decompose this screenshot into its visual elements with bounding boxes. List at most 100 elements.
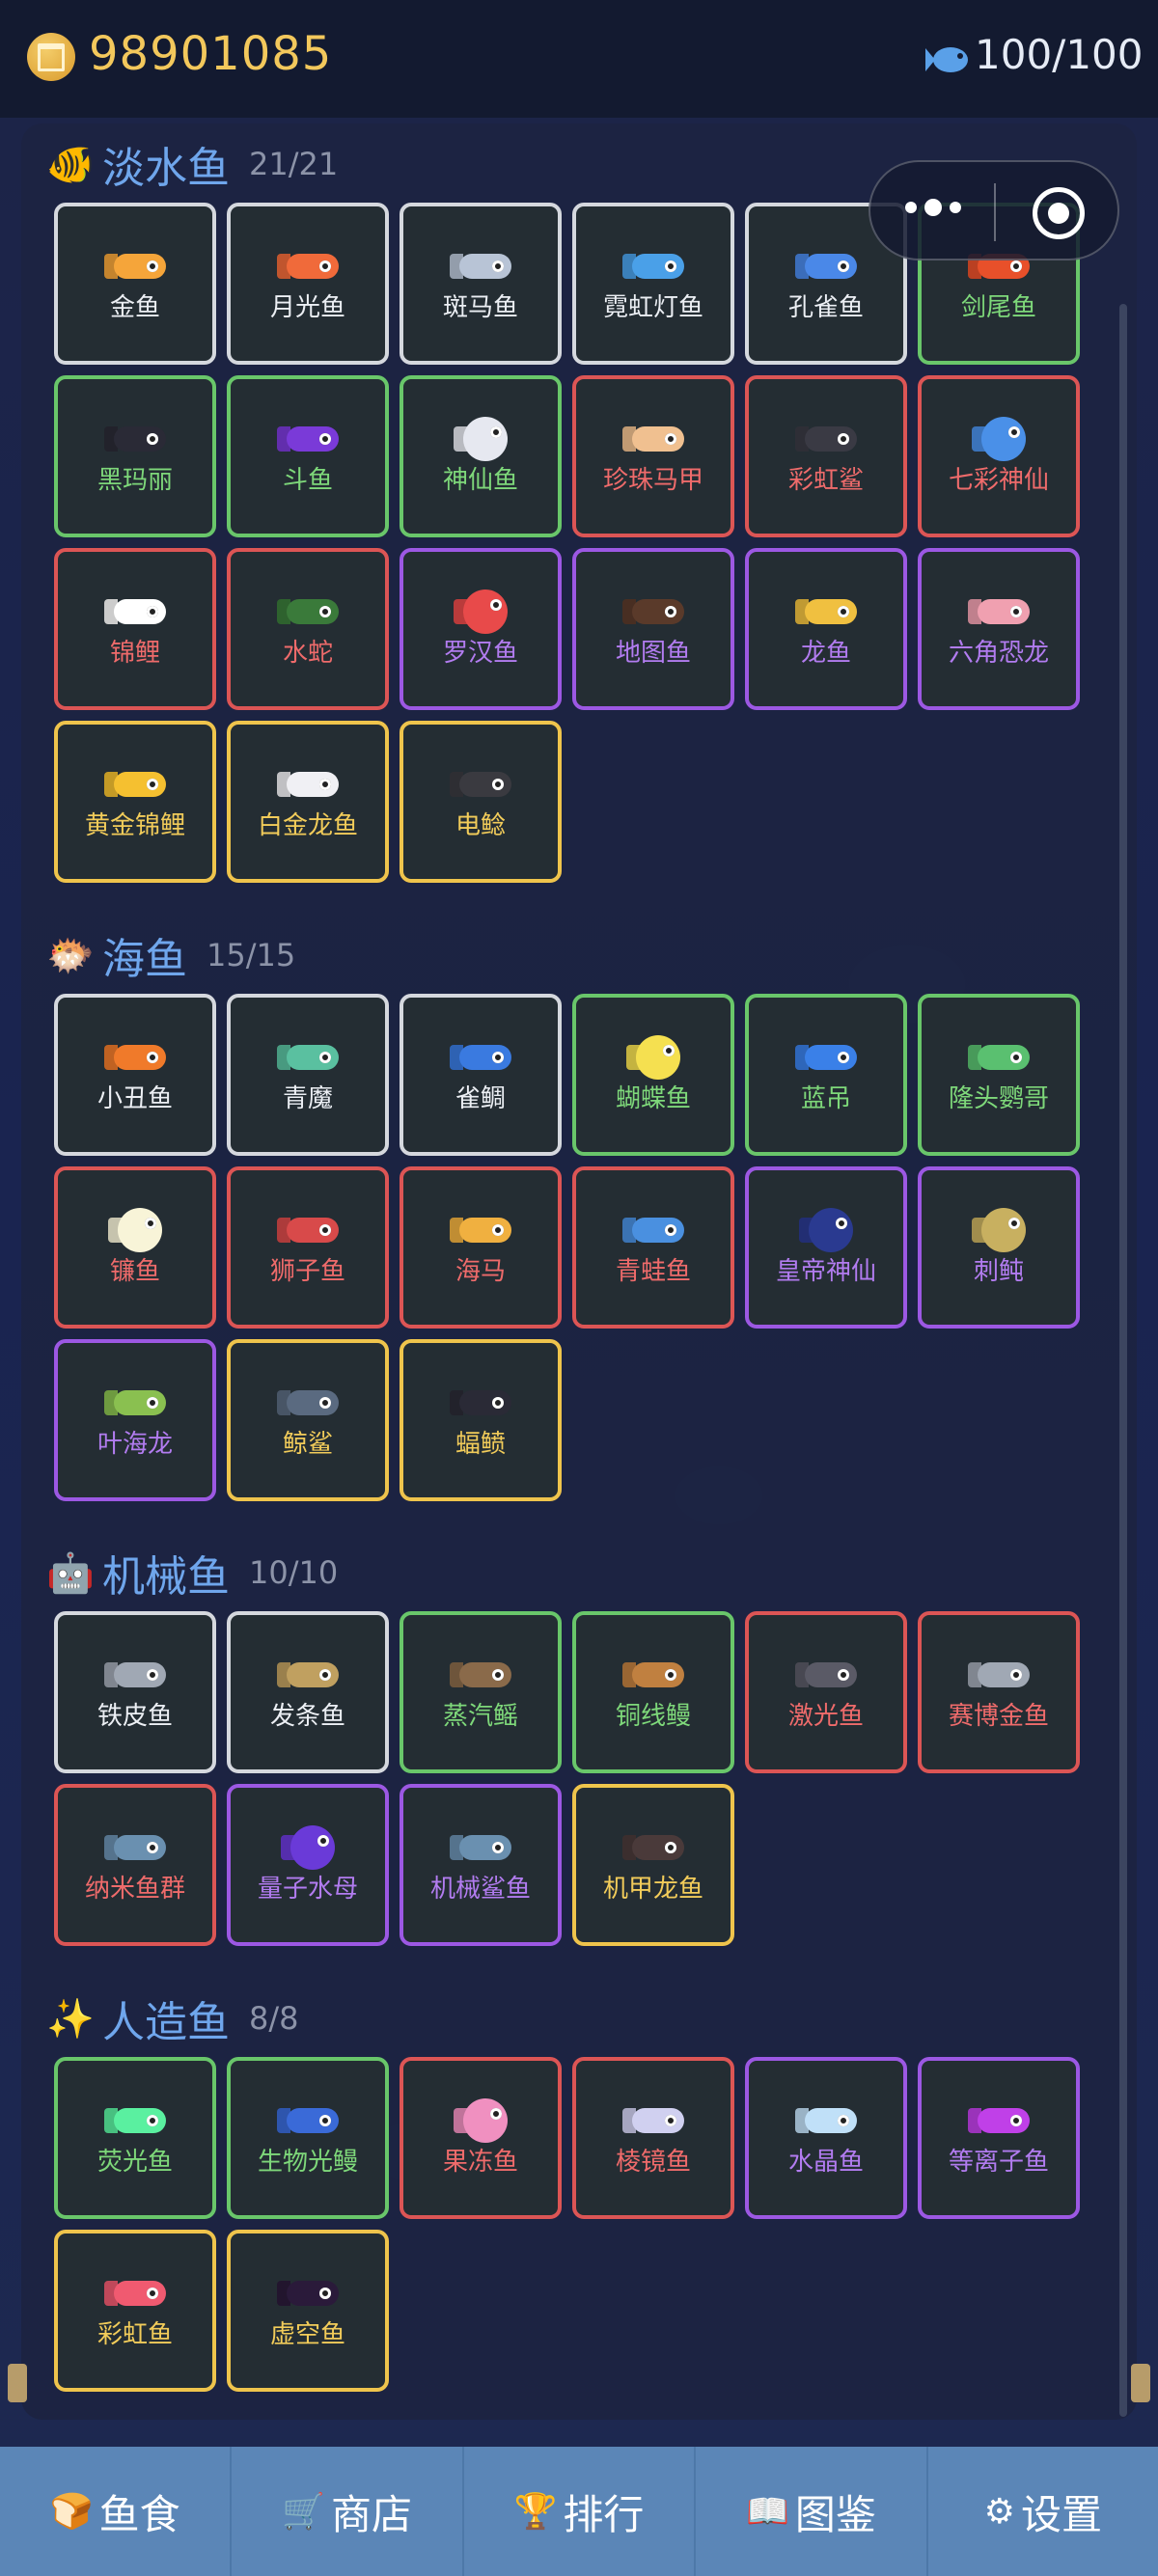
fish-card[interactable]: 黑玛丽 — [54, 375, 216, 537]
fish-card[interactable]: 纳米鱼群 — [54, 1784, 216, 1946]
section-icon: ✨ — [46, 1996, 95, 2042]
fish-card[interactable]: 激光鱼 — [745, 1611, 907, 1773]
section-header: 🐡 海鱼 15/15 — [46, 924, 295, 986]
fish-name: 神仙鱼 — [442, 466, 518, 495]
section-title: 海鱼 — [102, 935, 187, 984]
fish-card[interactable]: 月光鱼 — [227, 203, 389, 365]
fish-card[interactable]: 等离子鱼 — [918, 2057, 1080, 2219]
fish-icon — [104, 2099, 166, 2142]
fish-card[interactable]: 蝠鲼 — [400, 1339, 562, 1501]
section-icon: 🐡 — [46, 933, 95, 978]
fish-card[interactable]: 鲸鲨 — [227, 1339, 389, 1501]
fish-card[interactable]: 斑马鱼 — [400, 203, 562, 365]
nav-item-cart[interactable]: 🛒 商店 — [232, 2447, 464, 2576]
nav-item-gear[interactable]: ⚙ 设置 — [928, 2447, 1158, 2576]
fish-card[interactable]: 蒸汽鳐 — [400, 1611, 562, 1773]
section-header: ✨ 人造鱼 8/8 — [46, 1987, 299, 2049]
fish-card[interactable]: 镰鱼 — [54, 1166, 216, 1329]
fish-card[interactable]: 彩虹鱼 — [54, 2230, 216, 2392]
fish-grid: 铁皮鱼 发条鱼 蒸汽鳐 铜线鳗 激光鱼 赛博金鱼纳米鱼群 量子水母 机械鲨鱼 机甲龙鱼 — [54, 1611, 1080, 1946]
fish-capacity: 100/100 — [975, 31, 1144, 78]
fish-card[interactable]: 蓝吊 — [745, 994, 907, 1156]
fish-card[interactable]: 棱镜鱼 — [572, 2057, 734, 2219]
fish-name: 等离子鱼 — [948, 2148, 1049, 2177]
fish-card[interactable]: 铁皮鱼 — [54, 1611, 216, 1773]
scrollbar[interactable] — [1119, 304, 1127, 2417]
fish-icon — [277, 1209, 339, 1251]
fish-icon — [104, 1826, 166, 1869]
nav-label: 图鉴 — [794, 2490, 876, 2538]
section-title: 淡水鱼 — [102, 144, 230, 193]
fish-card[interactable]: 神仙鱼 — [400, 375, 562, 537]
fish-name: 水蛇 — [282, 639, 333, 668]
fish-card[interactable]: 虚空鱼 — [227, 2230, 389, 2392]
fish-card[interactable]: 荧光鱼 — [54, 2057, 216, 2219]
fish-icon — [622, 1826, 684, 1869]
fish-name: 斗鱼 — [282, 466, 333, 495]
fish-card[interactable]: 刺鲀 — [918, 1166, 1080, 1329]
fish-name: 小丑鱼 — [96, 1084, 173, 1113]
fish-name: 月光鱼 — [269, 293, 345, 322]
fish-card[interactable]: 水晶鱼 — [745, 2057, 907, 2219]
fish-card[interactable]: 海马 — [400, 1166, 562, 1329]
fish-card[interactable]: 珍珠马甲 — [572, 375, 734, 537]
fish-name: 激光鱼 — [787, 1702, 864, 1731]
fish-card[interactable]: 斗鱼 — [227, 375, 389, 537]
nav-item-trophy[interactable]: 🏆 排行 — [464, 2447, 697, 2576]
nav-item-bread[interactable]: 🍞 鱼食 — [0, 2447, 233, 2576]
fish-icon — [104, 245, 166, 288]
fish-card[interactable]: 金鱼 — [54, 203, 216, 365]
fish-card[interactable]: 雀鲷 — [400, 994, 562, 1156]
fish-card[interactable]: 叶海龙 — [54, 1339, 216, 1501]
fish-card[interactable]: 蝴蝶鱼 — [572, 994, 734, 1156]
fish-card[interactable]: 铜线鳗 — [572, 1611, 734, 1773]
fish-name: 发条鱼 — [269, 1702, 345, 1731]
close-target-icon[interactable] — [1033, 187, 1085, 239]
fish-card[interactable]: 生物光鳗 — [227, 2057, 389, 2219]
fish-name: 白金龙鱼 — [257, 811, 358, 840]
fish-card[interactable]: 锦鲤 — [54, 548, 216, 710]
fish-name: 镰鱼 — [109, 1257, 160, 1286]
fish-name: 机甲龙鱼 — [602, 1875, 703, 1904]
fish-icon — [277, 1036, 339, 1079]
fish-card[interactable]: 彩虹鲨 — [745, 375, 907, 537]
fish-card[interactable]: 罗汉鱼 — [400, 548, 562, 710]
fish-card[interactable]: 隆头鹦哥 — [918, 994, 1080, 1156]
fish-card[interactable]: 黄金锦鲤 — [54, 721, 216, 883]
fish-icon — [795, 418, 857, 460]
more-menu-icon[interactable] — [905, 199, 961, 216]
fish-card[interactable]: 龙鱼 — [745, 548, 907, 710]
fish-icon — [622, 590, 684, 633]
fish-card[interactable]: 果冻鱼 — [400, 2057, 562, 2219]
fish-card[interactable]: 电鲶 — [400, 721, 562, 883]
fish-card[interactable]: 青魔 — [227, 994, 389, 1156]
fish-icon — [450, 245, 511, 288]
fish-name: 地图鱼 — [615, 639, 691, 668]
fish-card[interactable]: 机甲龙鱼 — [572, 1784, 734, 1946]
fish-card[interactable]: 皇帝神仙 — [745, 1166, 907, 1329]
fish-card[interactable]: 地图鱼 — [572, 548, 734, 710]
fish-name: 珍珠马甲 — [602, 466, 703, 495]
fish-card[interactable]: 量子水母 — [227, 1784, 389, 1946]
fish-card[interactable]: 六角恐龙 — [918, 548, 1080, 710]
fish-card[interactable]: 机械鲨鱼 — [400, 1784, 562, 1946]
fish-icon — [281, 1825, 335, 1870]
fish-card[interactable]: 白金龙鱼 — [227, 721, 389, 883]
fish-card[interactable]: 水蛇 — [227, 548, 389, 710]
fish-card[interactable]: 赛博金鱼 — [918, 1611, 1080, 1773]
fish-card[interactable]: 青蛙鱼 — [572, 1166, 734, 1329]
top-bar: 98901085 100/100 — [0, 0, 1158, 118]
fish-icon — [972, 417, 1026, 461]
fish-card[interactable]: 小丑鱼 — [54, 994, 216, 1156]
fish-name: 金鱼 — [109, 293, 160, 322]
fish-card[interactable]: 七彩神仙 — [918, 375, 1080, 537]
fish-name: 青魔 — [282, 1084, 333, 1113]
fish-icon — [450, 1036, 511, 1079]
fish-icon — [104, 1382, 166, 1424]
fish-card[interactable]: 狮子鱼 — [227, 1166, 389, 1329]
nav-item-book[interactable]: 📖 图鉴 — [696, 2447, 928, 2576]
fish-name: 鲸鲨 — [282, 1430, 333, 1459]
fish-card[interactable]: 霓虹灯鱼 — [572, 203, 734, 365]
fish-card[interactable]: 发条鱼 — [227, 1611, 389, 1773]
fish-icon — [104, 1036, 166, 1079]
